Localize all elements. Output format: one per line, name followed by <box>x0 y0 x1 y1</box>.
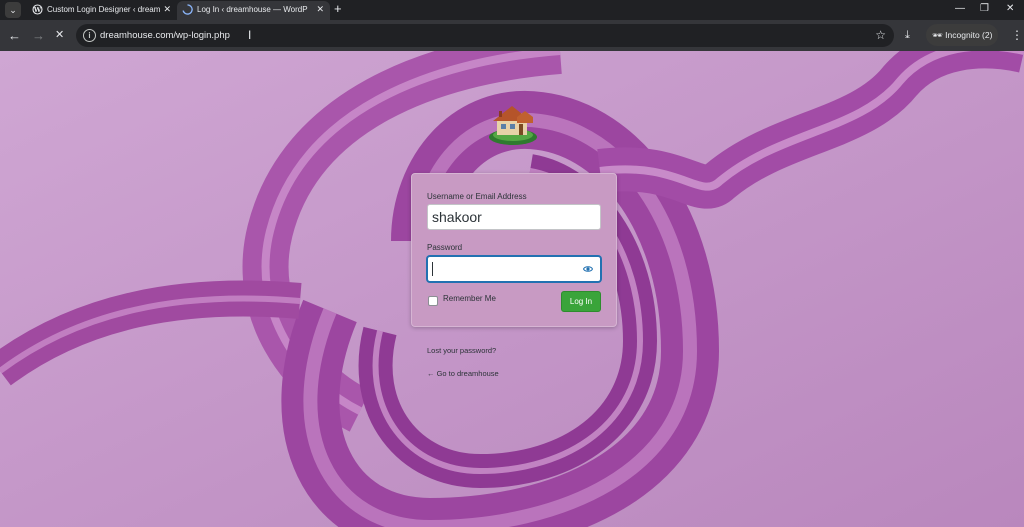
log-in-button[interactable]: Log In <box>561 291 601 312</box>
loading-icon <box>182 4 193 15</box>
wordpress-icon: W <box>32 4 43 15</box>
username-field[interactable]: shakoor <box>427 204 601 230</box>
username-value: shakoor <box>432 209 482 225</box>
download-icon[interactable]: ⤓ <box>905 20 910 51</box>
svg-text:W: W <box>33 6 42 14</box>
site-info-icon[interactable]: i <box>83 29 96 42</box>
restore-icon[interactable]: ❐ <box>980 0 989 18</box>
remember-me-checkbox[interactable] <box>428 296 438 306</box>
incognito-label: Incognito (2) <box>945 30 993 40</box>
house-logo <box>489 106 537 145</box>
tab-custom-login-designer[interactable]: W Custom Login Designer ‹ dream ✕ <box>27 1 177 20</box>
username-label: Username or Email Address <box>427 192 527 201</box>
password-field[interactable] <box>427 256 601 282</box>
menu-icon[interactable]: ⋮ <box>1011 20 1023 51</box>
login-form: Username or Email Address shakoor Passwo… <box>411 173 617 327</box>
minimize-icon[interactable]: — <box>955 0 965 18</box>
text-cursor-icon: I <box>248 28 252 42</box>
close-icon[interactable]: ✕ <box>163 1 171 18</box>
lost-password-link[interactable]: Lost your password? <box>427 346 496 355</box>
eye-icon[interactable] <box>583 265 593 273</box>
login-page: Username or Email Address shakoor Passwo… <box>0 51 1024 527</box>
text-caret <box>432 262 433 276</box>
back-icon[interactable]: ← <box>8 20 21 51</box>
star-icon[interactable]: ☆ <box>875 24 886 47</box>
close-icon[interactable]: ✕ <box>316 1 324 18</box>
tab-title: Custom Login Designer ‹ dream <box>47 5 161 14</box>
tab-strip: ⌄ W Custom Login Designer ‹ dream ✕ Log … <box>0 0 1024 20</box>
remember-me-label[interactable]: Remember Me <box>443 294 496 303</box>
tab-log-in[interactable]: Log In ‹ dreamhouse — WordP ✕ <box>177 1 330 20</box>
password-label: Password <box>427 243 463 252</box>
incognito-indicator[interactable]: 🕶 Incognito (2) <box>926 24 999 46</box>
address-bar[interactable]: i dreamhouse.com/wp-login.php I ☆ <box>76 24 894 47</box>
window-close-icon[interactable]: ✕ <box>1006 0 1014 18</box>
browser-toolbar: ← → ✕ i dreamhouse.com/wp-login.php I ☆ … <box>0 20 1024 51</box>
tab-search-icon[interactable]: ⌄ <box>5 2 21 18</box>
new-tab-button[interactable]: + <box>334 0 342 18</box>
tab-title: Log In ‹ dreamhouse — WordP <box>197 5 308 14</box>
url-text[interactable]: dreamhouse.com/wp-login.php <box>100 24 230 47</box>
forward-icon[interactable]: → <box>32 20 45 51</box>
incognito-icon: 🕶 <box>932 30 943 40</box>
stop-icon[interactable]: ✕ <box>55 20 64 51</box>
back-to-site-link[interactable]: ← Go to dreamhouse <box>427 369 499 378</box>
